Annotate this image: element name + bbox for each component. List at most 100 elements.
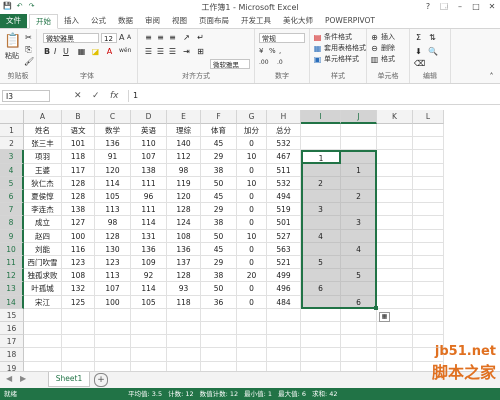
cell-k1[interactable] xyxy=(377,124,413,138)
cell-c3[interactable]: 91 xyxy=(95,150,131,164)
tab-insert[interactable]: 插入 xyxy=(58,14,85,28)
italic-button[interactable]: I xyxy=(54,47,56,56)
fill-color-icon[interactable]: ◪ xyxy=(91,47,100,56)
tab-data[interactable]: 数据 xyxy=(112,14,139,28)
cell-a4[interactable]: 王婆 xyxy=(24,163,62,177)
cell-j13[interactable] xyxy=(341,282,377,296)
cell-b4[interactable]: 117 xyxy=(62,163,95,177)
enter-formula-button[interactable]: ✓ xyxy=(92,90,100,102)
tab-page-layout[interactable]: 页面布局 xyxy=(193,14,235,28)
cell-a11[interactable]: 西门吹雪 xyxy=(24,256,62,270)
row-header-7[interactable]: 7 xyxy=(0,203,24,217)
cell-k4[interactable] xyxy=(377,163,413,177)
cell-e13[interactable]: 93 xyxy=(167,282,201,296)
column-header-g[interactable]: G xyxy=(237,110,267,124)
cell-g9[interactable]: 10 xyxy=(237,229,267,243)
border-icon[interactable]: ▦ xyxy=(77,47,86,56)
cell-j14[interactable]: 6 xyxy=(341,295,377,309)
cell-k7[interactable] xyxy=(377,203,413,217)
cell-c9[interactable]: 128 xyxy=(95,229,131,243)
stat-count[interactable]: 计数: 12 xyxy=(168,388,194,400)
cell-g15[interactable] xyxy=(237,308,267,322)
cell-f10[interactable]: 45 xyxy=(201,242,237,256)
cell-k13[interactable] xyxy=(377,282,413,296)
cell-i14[interactable] xyxy=(301,295,341,309)
tab-beautify[interactable]: 美化大师 xyxy=(277,14,319,28)
cell-e16[interactable] xyxy=(167,322,201,336)
cell-j1[interactable] xyxy=(341,124,377,138)
cell-c16[interactable] xyxy=(95,322,131,336)
underline-button[interactable]: U xyxy=(63,47,69,56)
cell-l3[interactable] xyxy=(413,150,444,164)
cell-f1[interactable]: 体育 xyxy=(201,124,237,138)
row-header-9[interactable]: 9 xyxy=(0,229,24,243)
cell-e12[interactable]: 128 xyxy=(167,269,201,283)
align-center-icon[interactable]: ☰ xyxy=(156,47,165,56)
cell-e14[interactable]: 118 xyxy=(167,295,201,309)
cell-c5[interactable]: 114 xyxy=(95,176,131,190)
cell-b10[interactable]: 116 xyxy=(62,242,95,256)
cell-f16[interactable] xyxy=(201,322,237,336)
cell-l8[interactable] xyxy=(413,216,444,230)
row-header-13[interactable]: 13 xyxy=(0,282,24,296)
cell-j2[interactable] xyxy=(341,137,377,151)
cell-g3[interactable]: 10 xyxy=(237,150,267,164)
cell-i9[interactable]: 4 xyxy=(301,229,341,243)
cell-k11[interactable] xyxy=(377,256,413,270)
cell-b5[interactable]: 128 xyxy=(62,176,95,190)
cell-i5[interactable]: 2 xyxy=(301,176,341,190)
tab-powerpivot[interactable]: POWERPIVOT xyxy=(319,14,381,28)
cell-a2[interactable]: 张三丰 xyxy=(24,137,62,151)
help-button[interactable]: ? xyxy=(422,1,434,12)
ribbon-display-button[interactable]: 🗔 xyxy=(438,1,450,12)
cell-i6[interactable] xyxy=(301,190,341,204)
maximize-button[interactable]: □ xyxy=(470,1,482,12)
cell-f7[interactable]: 29 xyxy=(201,203,237,217)
cell-e5[interactable]: 119 xyxy=(167,176,201,190)
cancel-formula-button[interactable]: ✕ xyxy=(74,90,82,102)
cell-k17[interactable] xyxy=(377,335,413,349)
cell-e1[interactable]: 理综 xyxy=(167,124,201,138)
cell-j3[interactable] xyxy=(341,150,377,164)
row-header-14[interactable]: 14 xyxy=(0,295,24,309)
scroll-left-icon[interactable]: ◀ xyxy=(6,374,12,383)
cell-f14[interactable]: 36 xyxy=(201,295,237,309)
cell-j5[interactable] xyxy=(341,176,377,190)
cell-d11[interactable]: 109 xyxy=(131,256,167,270)
row-header-4[interactable]: 4 xyxy=(0,163,24,177)
cell-h1[interactable]: 总分 xyxy=(267,124,301,138)
cell-e8[interactable]: 124 xyxy=(167,216,201,230)
cell-h18[interactable] xyxy=(267,348,301,362)
cell-h5[interactable]: 532 xyxy=(267,176,301,190)
cell-b6[interactable]: 128 xyxy=(62,190,95,204)
row-header-6[interactable]: 6 xyxy=(0,190,24,204)
row-header-17[interactable]: 17 xyxy=(0,335,24,349)
cell-l14[interactable] xyxy=(413,295,444,309)
cell-f2[interactable]: 45 xyxy=(201,137,237,151)
cell-i3[interactable]: 1 xyxy=(301,150,341,164)
cell-e18[interactable] xyxy=(167,348,201,362)
cell-g1[interactable]: 加分 xyxy=(237,124,267,138)
cell-b15[interactable] xyxy=(62,308,95,322)
cell-c18[interactable] xyxy=(95,348,131,362)
cell-h11[interactable]: 521 xyxy=(267,256,301,270)
cell-l11[interactable] xyxy=(413,256,444,270)
cell-g11[interactable]: 0 xyxy=(237,256,267,270)
cell-d14[interactable]: 105 xyxy=(131,295,167,309)
find-select-icon[interactable]: 🔍 xyxy=(428,47,438,56)
cell-f18[interactable] xyxy=(201,348,237,362)
cell-d7[interactable]: 111 xyxy=(131,203,167,217)
cell-b18[interactable] xyxy=(62,348,95,362)
row-header-11[interactable]: 11 xyxy=(0,256,24,270)
add-sheet-button[interactable]: + xyxy=(94,373,108,387)
cell-j12[interactable]: 5 xyxy=(341,269,377,283)
cell-d4[interactable]: 138 xyxy=(131,163,167,177)
cell-d13[interactable]: 114 xyxy=(131,282,167,296)
mini-font-select[interactable]: 微软雅黑 xyxy=(210,59,250,69)
tab-home[interactable]: 开始 xyxy=(29,13,58,29)
merge-center-icon[interactable]: ⊞ xyxy=(196,47,205,56)
cell-h14[interactable]: 484 xyxy=(267,295,301,309)
cell-i16[interactable] xyxy=(301,322,341,336)
cell-i7[interactable]: 3 xyxy=(301,203,341,217)
close-button[interactable]: ✕ xyxy=(486,1,498,12)
